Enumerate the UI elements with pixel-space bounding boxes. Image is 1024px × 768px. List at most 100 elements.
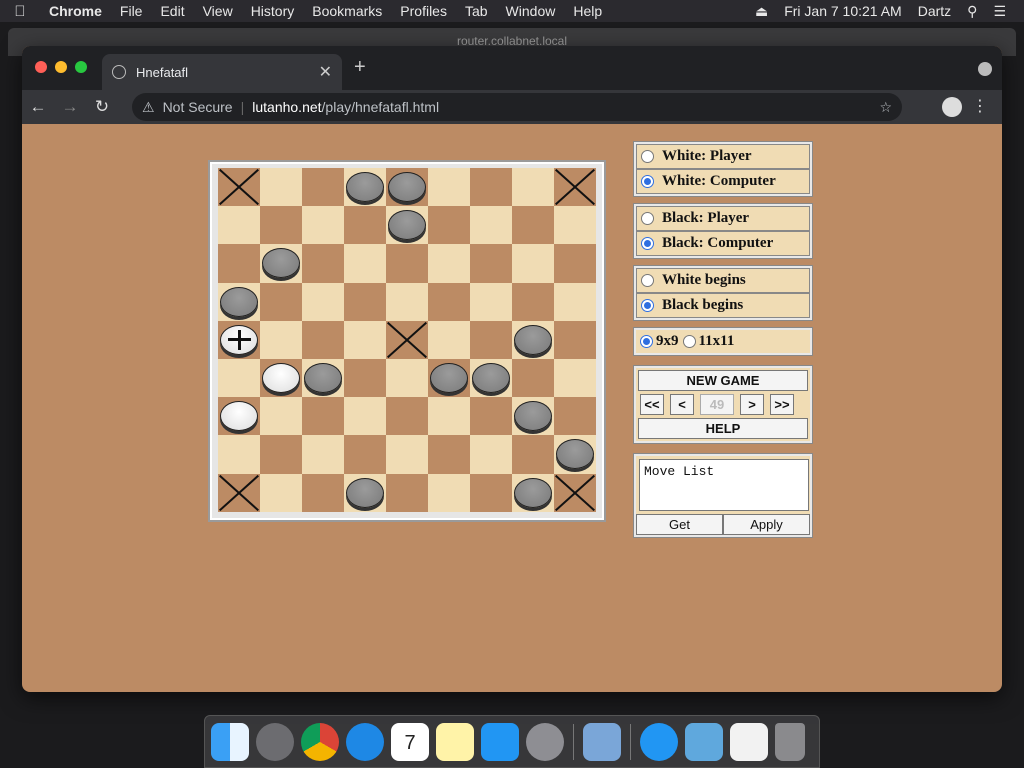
board-cell[interactable] <box>344 397 386 436</box>
board-cell[interactable] <box>512 244 554 283</box>
new-tab-button[interactable]: + <box>354 56 366 79</box>
board-cell[interactable] <box>470 282 512 321</box>
white-begins-radio[interactable] <box>641 274 654 287</box>
board-cell[interactable] <box>344 358 386 398</box>
board-cell[interactable] <box>470 244 512 283</box>
board-cell[interactable] <box>302 473 344 512</box>
black-piece[interactable] <box>514 477 552 508</box>
black-begins-radio[interactable] <box>641 299 654 312</box>
board-cell[interactable] <box>470 358 512 398</box>
black-player-radio[interactable] <box>641 212 654 225</box>
board-cell[interactable] <box>428 282 470 321</box>
board-cell[interactable] <box>218 282 260 321</box>
board-cell[interactable] <box>344 244 386 283</box>
board-cell[interactable] <box>512 397 554 436</box>
launchpad-icon[interactable] <box>256 722 294 761</box>
black-piece[interactable] <box>388 172 426 202</box>
apple-icon[interactable]:  <box>0 3 40 20</box>
black-player-option[interactable]: Black: Player <box>636 206 810 231</box>
special-square[interactable] <box>386 320 428 359</box>
eject-icon[interactable]: ⏏ <box>747 3 776 20</box>
menu-kebab-icon[interactable]: ⋮ <box>972 96 988 116</box>
board-cell[interactable] <box>386 168 428 207</box>
special-square[interactable] <box>218 168 260 207</box>
black-piece[interactable] <box>304 362 342 393</box>
board-cell[interactable] <box>512 206 554 245</box>
board-cell[interactable] <box>260 168 302 207</box>
board-cell[interactable] <box>554 244 596 283</box>
board-cell[interactable] <box>344 435 386 474</box>
bookmark-star-icon[interactable]: ☆ <box>879 99 892 116</box>
clock[interactable]: Fri Jan 7 10:21 AM <box>776 3 910 19</box>
chrome-icon[interactable] <box>301 722 339 761</box>
menu-profiles[interactable]: Profiles <box>391 3 456 19</box>
board-cell[interactable] <box>386 435 428 474</box>
close-tab-icon[interactable]: ✕ <box>319 62 332 82</box>
back-icon[interactable]: ← <box>22 97 54 117</box>
board-cell[interactable] <box>554 435 596 474</box>
board-cell[interactable] <box>512 168 554 207</box>
black-piece[interactable] <box>346 172 384 202</box>
board-cell[interactable] <box>302 358 344 398</box>
notes-icon[interactable] <box>436 722 474 761</box>
board-cell[interactable] <box>302 168 344 207</box>
board-cell[interactable] <box>470 397 512 436</box>
black-piece[interactable] <box>220 286 258 317</box>
board-cell[interactable] <box>386 473 428 512</box>
forward-icon[interactable]: → <box>54 97 86 117</box>
board-cell[interactable] <box>260 244 302 283</box>
board-cell[interactable] <box>386 282 428 321</box>
black-piece[interactable] <box>262 248 300 279</box>
white-piece[interactable] <box>220 401 258 432</box>
board-cell[interactable] <box>344 320 386 359</box>
board-cell[interactable] <box>260 435 302 474</box>
special-square[interactable] <box>554 168 596 207</box>
profile-icon[interactable] <box>942 97 962 117</box>
preview-icon[interactable] <box>583 722 621 761</box>
board-cell[interactable] <box>554 282 596 321</box>
prev-move-button[interactable]: < <box>670 394 694 415</box>
menu-history[interactable]: History <box>242 3 304 19</box>
board-cell[interactable] <box>512 435 554 474</box>
board-cell[interactable] <box>428 206 470 245</box>
menu-window[interactable]: Window <box>497 3 565 19</box>
menu-app[interactable]: Chrome <box>40 3 111 19</box>
black-begins-option[interactable]: Black begins <box>636 293 810 318</box>
minimize-window-button[interactable] <box>55 61 67 73</box>
black-piece[interactable] <box>472 362 510 393</box>
safari-icon[interactable] <box>346 722 384 761</box>
board-cell[interactable] <box>470 168 512 207</box>
white-player-radio[interactable] <box>641 150 654 163</box>
board-cell[interactable] <box>428 358 470 398</box>
board-cell[interactable] <box>428 435 470 474</box>
game-board[interactable] <box>218 168 596 512</box>
special-square[interactable] <box>554 473 596 512</box>
downloads-folder-icon[interactable] <box>685 722 723 761</box>
board-cell[interactable] <box>470 435 512 474</box>
black-computer-radio[interactable] <box>641 237 654 250</box>
address-bar[interactable]: ⚠ Not Secure | lutanho.net /play/hnefata… <box>132 93 902 121</box>
search-icon[interactable]: ⚲ <box>959 3 985 20</box>
size-9-radio[interactable] <box>640 335 653 348</box>
board-cell[interactable] <box>218 206 260 245</box>
last-move-button[interactable]: >> <box>770 394 794 415</box>
board-cell[interactable] <box>428 244 470 283</box>
control-center-icon[interactable]: ☰ <box>985 3 1014 20</box>
menu-tab[interactable]: Tab <box>456 3 497 19</box>
board-cell[interactable] <box>386 358 428 398</box>
black-piece[interactable] <box>514 324 552 355</box>
board-cell[interactable] <box>260 320 302 359</box>
menu-help[interactable]: Help <box>564 3 611 19</box>
black-piece[interactable] <box>346 477 384 508</box>
menu-file[interactable]: File <box>111 3 152 19</box>
first-move-button[interactable]: << <box>640 394 664 415</box>
board-cell[interactable] <box>344 473 386 512</box>
app-store-download-icon[interactable] <box>640 722 678 761</box>
board-cell[interactable] <box>218 397 260 436</box>
board-cell[interactable] <box>302 206 344 245</box>
size-11-radio[interactable] <box>682 335 696 348</box>
board-cell[interactable] <box>344 206 386 245</box>
board-cell[interactable] <box>344 168 386 207</box>
trash-icon[interactable] <box>775 722 805 761</box>
move-list-textarea[interactable]: Move List <box>639 459 809 511</box>
